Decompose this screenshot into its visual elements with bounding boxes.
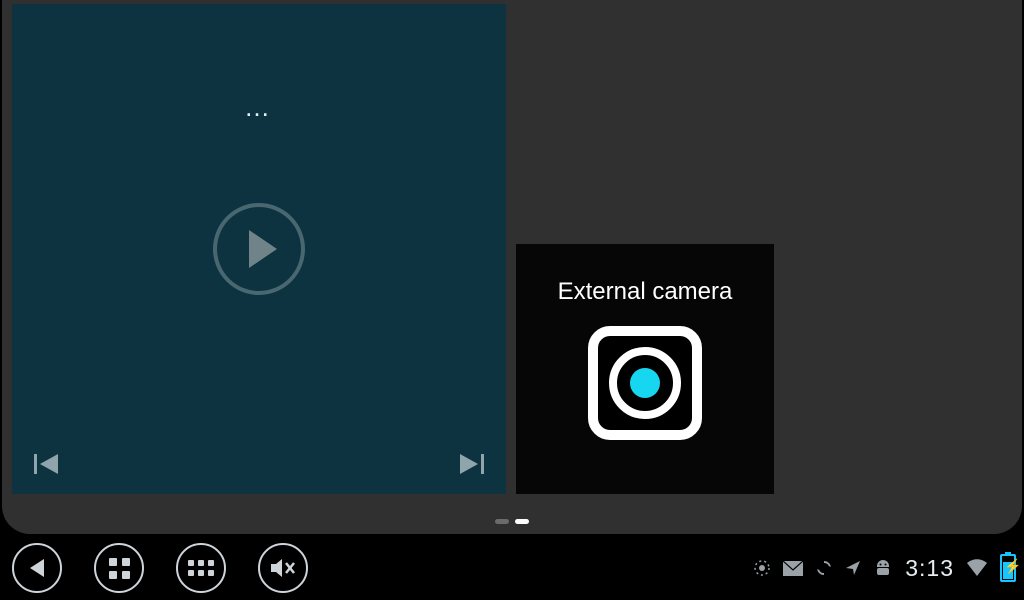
android-icon: [873, 560, 893, 576]
page-indicator[interactable]: [495, 519, 529, 524]
mail-icon: [783, 561, 803, 576]
status-tray[interactable]: 3:13 ⚡: [753, 554, 1016, 582]
home-stage: … External camera: [2, 0, 1022, 534]
wifi-icon: [966, 559, 988, 577]
page-dot-active: [515, 519, 529, 524]
camera-icon: [588, 326, 702, 440]
play-button[interactable]: [213, 203, 305, 295]
camera-widget-label: External camera: [516, 278, 774, 306]
recent-apps-icon: [109, 558, 130, 579]
recent-apps-button[interactable]: [94, 543, 144, 593]
location-icon: [845, 560, 861, 576]
volume-mute-icon: [270, 557, 296, 579]
back-icon: [28, 558, 46, 578]
all-apps-button[interactable]: [176, 543, 226, 593]
external-camera-widget[interactable]: External camera: [516, 244, 774, 494]
track-metadata: …: [244, 92, 274, 123]
next-track-button[interactable]: [458, 452, 484, 476]
battery-charging-icon: ⚡: [1000, 554, 1016, 582]
skip-previous-icon: [34, 452, 60, 476]
sync-icon: [815, 559, 833, 577]
media-player-widget: …: [12, 4, 506, 494]
gps-icon: [753, 559, 771, 577]
skip-next-icon: [458, 452, 484, 476]
clock: 3:13: [905, 555, 954, 582]
page-dot: [495, 519, 509, 524]
apps-grid-icon: [188, 560, 214, 576]
play-icon: [249, 230, 277, 268]
mute-button[interactable]: [258, 543, 308, 593]
previous-track-button[interactable]: [34, 452, 60, 476]
back-button[interactable]: [12, 543, 62, 593]
system-bar: 3:13 ⚡: [0, 536, 1024, 600]
